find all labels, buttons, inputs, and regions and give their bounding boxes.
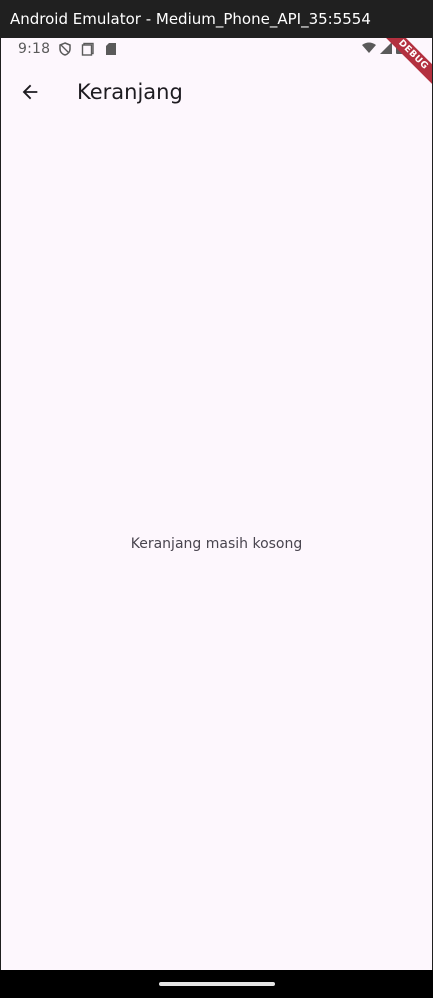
window-titlebar: Android Emulator - Medium_Phone_API_35:5… <box>0 0 433 38</box>
wifi-icon <box>362 42 376 53</box>
gesture-handle[interactable] <box>159 982 275 986</box>
window-title: Android Emulator - Medium_Phone_API_35:5… <box>10 10 371 28</box>
back-button[interactable] <box>2 64 58 120</box>
status-time: 9:18 <box>18 41 51 57</box>
sd-card-icon <box>106 43 117 55</box>
phone-screen: 9:18 DEBUG Keranjang Keranjang masih kos… <box>1 38 432 970</box>
system-nav-bar <box>0 970 433 998</box>
empty-cart-message: Keranjang masih kosong <box>130 536 303 552</box>
signal-icon <box>380 41 392 54</box>
arrow-back-icon <box>22 84 38 100</box>
status-bar: 9:18 DEBUG <box>1 38 432 92</box>
page-title: Keranjang <box>77 80 183 104</box>
screenshot-icon <box>82 42 94 56</box>
app-bar: Keranjang <box>1 60 432 124</box>
shield-icon <box>59 42 71 56</box>
